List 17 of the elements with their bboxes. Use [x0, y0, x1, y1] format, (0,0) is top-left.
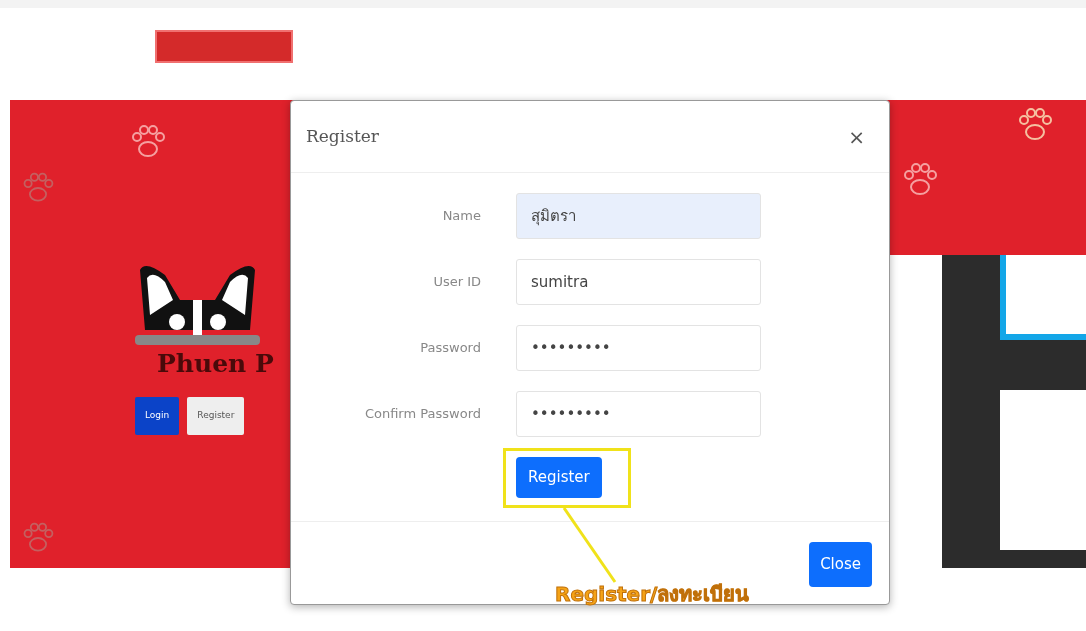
register-button[interactable]: Register [187, 397, 245, 435]
input-field[interactable]: ••••••••• [516, 325, 761, 371]
annotation-label: Register/ลงทะเบียน [555, 582, 750, 606]
dialog-title: Register [306, 126, 379, 147]
field-label: Password [419, 339, 481, 358]
close-button[interactable]: Close [809, 542, 872, 587]
input-field[interactable]: ••••••••• [516, 391, 761, 437]
hero-title: Phuen P [157, 349, 274, 379]
register-button[interactable]: Register [516, 457, 602, 498]
site-logo[interactable] [155, 30, 293, 63]
field-label: Name [441, 207, 481, 226]
close-button[interactable]: × [842, 120, 871, 153]
field-label: Confirm Password [363, 405, 481, 424]
login-button[interactable]: Login [135, 397, 180, 435]
input-field[interactable]: sumitra [516, 259, 761, 305]
field-label: User ID [432, 273, 481, 292]
input-field[interactable]: สุมิตรา [516, 193, 761, 239]
